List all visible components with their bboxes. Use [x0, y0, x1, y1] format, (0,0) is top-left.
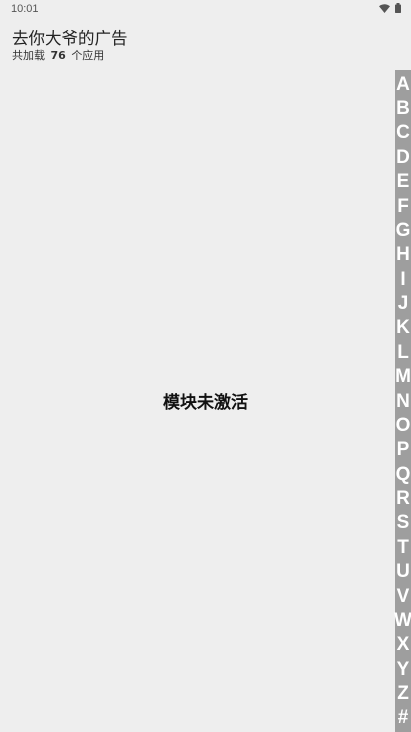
- alphabet-index-letter-v[interactable]: V: [397, 584, 410, 608]
- alphabet-index-letter-c[interactable]: C: [396, 121, 410, 145]
- status-bar: 10:01: [0, 0, 411, 18]
- app-screen: 10:01 去你大爷的广告 共加载 76 个应用 模块未激活 ABCDEFGHI…: [0, 0, 411, 732]
- alphabet-index-letter-m[interactable]: M: [395, 365, 411, 389]
- alphabet-index-letter-hash[interactable]: #: [398, 706, 409, 730]
- alphabet-index-letter-k[interactable]: K: [396, 316, 410, 340]
- app-count: 76: [50, 49, 66, 62]
- alphabet-index-letter-x[interactable]: X: [397, 633, 410, 657]
- alphabet-index-letter-n[interactable]: N: [396, 389, 410, 413]
- status-icons: [379, 3, 401, 13]
- page-title: 去你大爷的广告: [12, 29, 128, 48]
- alphabet-index-letter-d[interactable]: D: [396, 145, 410, 169]
- alphabet-index-letter-i[interactable]: I: [400, 267, 405, 291]
- alphabet-index-letter-q[interactable]: Q: [396, 462, 411, 486]
- alphabet-index-letter-e[interactable]: E: [397, 170, 410, 194]
- alphabet-index-letter-a[interactable]: A: [396, 72, 410, 96]
- wifi-icon: [379, 3, 390, 13]
- battery-icon: [395, 3, 401, 13]
- alphabet-index-letter-p[interactable]: P: [397, 438, 410, 462]
- alphabet-index-letter-s[interactable]: S: [397, 511, 410, 535]
- module-inactive-message: 模块未激活: [163, 393, 248, 413]
- alphabet-index-bar[interactable]: A B C D E F G H I J K L M N O P Q R S T U V W X Y Z #: [394, 70, 411, 732]
- alphabet-index-letter-b[interactable]: B: [396, 96, 410, 120]
- alphabet-index-letter-w[interactable]: W: [394, 608, 411, 632]
- alphabet-index-letter-h[interactable]: H: [396, 243, 410, 267]
- status-time: 10:01: [11, 3, 39, 15]
- alphabet-index-letter-u[interactable]: U: [396, 560, 410, 584]
- alphabet-index-letter-j[interactable]: J: [398, 291, 409, 315]
- app-count-subtitle: 共加载 76 个应用: [12, 47, 104, 63]
- subtitle-prefix: 共加载: [12, 49, 45, 62]
- alphabet-index-letter-g[interactable]: G: [396, 218, 411, 242]
- alphabet-index-letter-o[interactable]: O: [396, 413, 411, 437]
- alphabet-index-letter-r[interactable]: R: [396, 486, 410, 510]
- alphabet-index-letter-t[interactable]: T: [397, 535, 409, 559]
- subtitle-suffix: 个应用: [71, 49, 105, 62]
- app-header: 去你大爷的广告 共加载 76 个应用: [0, 18, 411, 66]
- alphabet-index-letter-l[interactable]: L: [397, 340, 409, 364]
- alphabet-index-letter-y[interactable]: Y: [397, 657, 410, 681]
- alphabet-index-letter-f[interactable]: F: [397, 194, 409, 218]
- alphabet-index-letter-z[interactable]: Z: [397, 681, 409, 705]
